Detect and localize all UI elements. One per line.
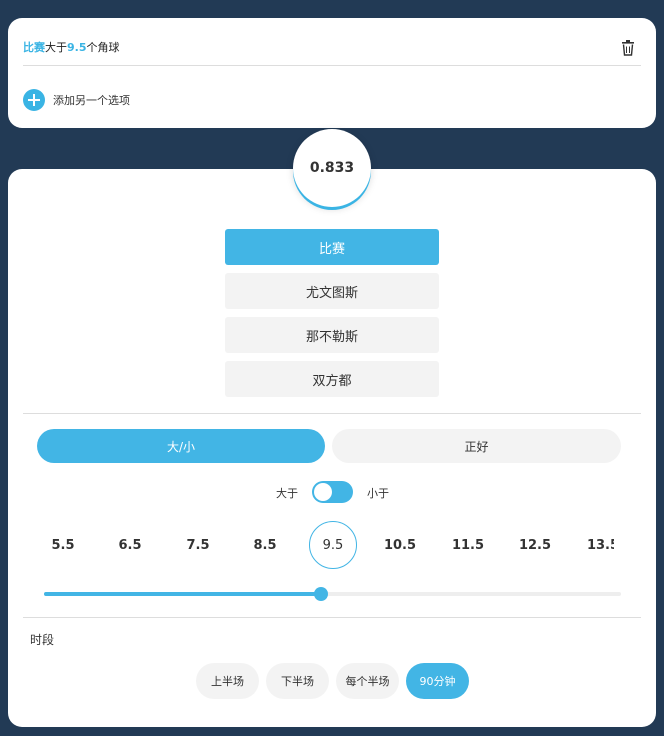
- plus-icon: [23, 89, 45, 111]
- team-option-juventus[interactable]: 尤文图斯: [225, 273, 439, 309]
- selection-market: 个角球: [86, 41, 120, 54]
- line-option[interactable]: 11.5: [444, 521, 492, 569]
- add-option-label: 添加另一个选项: [53, 94, 130, 107]
- line-slider[interactable]: [44, 587, 621, 601]
- line-option[interactable]: 12.5: [511, 521, 559, 569]
- tab-exact[interactable]: 正好: [332, 429, 621, 463]
- line-option-selected[interactable]: 9.5: [309, 521, 357, 569]
- toggle-label-under: 小于: [367, 487, 389, 500]
- builder-card: 比赛 尤文图斯 那不勒斯 双方都 大/小 正好 大于 小于 5.5 6.5 7.…: [8, 169, 656, 727]
- over-under-switch[interactable]: [312, 481, 353, 503]
- line-selector: 5.5 6.5 7.5 8.5 9.5 10.5 11.5 12.5 13.5: [23, 521, 614, 569]
- divider: [23, 413, 641, 414]
- line-option[interactable]: 8.5: [241, 521, 289, 569]
- divider: [23, 617, 641, 618]
- period-second-half[interactable]: 下半场: [266, 663, 329, 699]
- selection-row: 比赛大于9.5个角球: [23, 38, 641, 66]
- over-under-toggle-row: 大于 小于: [8, 481, 656, 503]
- period-90-minutes[interactable]: 90分钟: [406, 663, 469, 699]
- trash-icon[interactable]: [621, 40, 635, 56]
- period-each-half[interactable]: 每个半场: [336, 663, 399, 699]
- switch-knob: [314, 483, 332, 501]
- team-option-match[interactable]: 比赛: [225, 229, 439, 265]
- team-option-both[interactable]: 双方都: [225, 361, 439, 397]
- selection-card: 比赛大于9.5个角球 添加另一个选项: [8, 18, 656, 128]
- slider-thumb[interactable]: [313, 587, 328, 601]
- tab-over-under[interactable]: 大/小: [37, 429, 325, 463]
- line-option[interactable]: 6.5: [106, 521, 154, 569]
- line-option[interactable]: 7.5: [174, 521, 222, 569]
- team-option-napoli[interactable]: 那不勒斯: [225, 317, 439, 353]
- period-first-half[interactable]: 上半场: [196, 663, 259, 699]
- toggle-label-over: 大于: [276, 487, 298, 500]
- line-option[interactable]: 5.5: [39, 521, 87, 569]
- period-title: 时段: [30, 633, 55, 647]
- selection-direction: 大于: [45, 41, 67, 54]
- slider-fill: [44, 592, 321, 596]
- line-option[interactable]: 13.5: [579, 521, 614, 569]
- line-option[interactable]: 10.5: [376, 521, 424, 569]
- selection-line: 9.5: [67, 41, 87, 54]
- odds-badge: 0.833: [293, 129, 371, 207]
- selection-scope: 比赛: [23, 41, 45, 54]
- add-option-button[interactable]: 添加另一个选项: [23, 89, 130, 111]
